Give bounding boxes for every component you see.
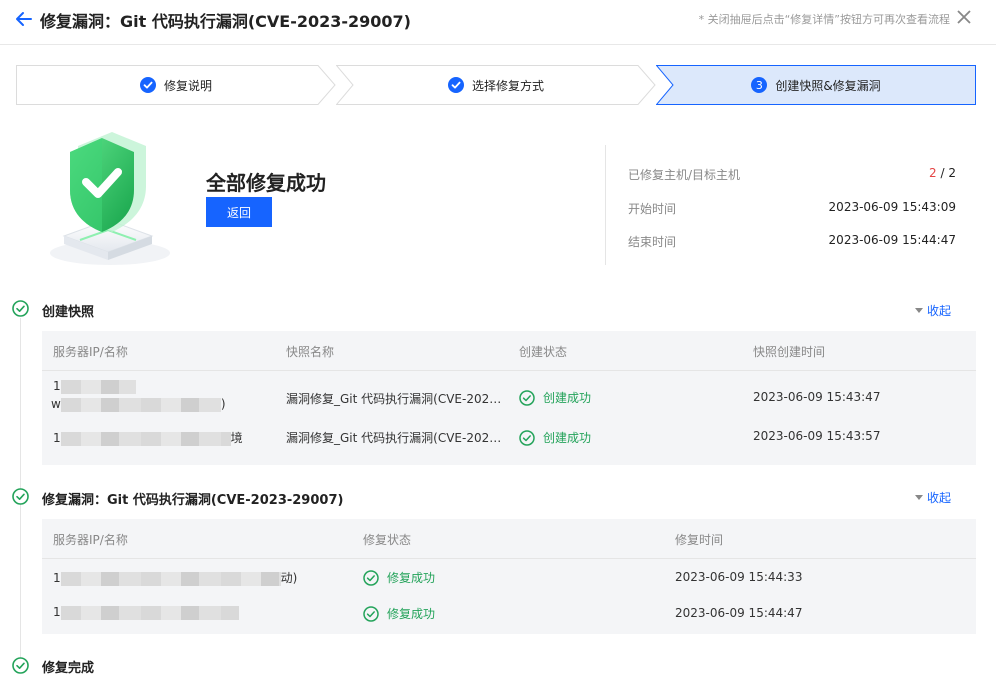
table-row: 1 修复成功 2023-06-09 15:44:47 xyxy=(42,597,976,634)
step-2: 选择修复方式 xyxy=(336,65,656,105)
column-header: 快照创建时间 xyxy=(753,345,826,359)
step-done-check-icon xyxy=(139,77,156,93)
redacted-ip xyxy=(60,379,136,394)
status-text: 创建成功 xyxy=(543,391,592,405)
section-done-check-icon xyxy=(12,657,29,674)
server-name: 1 xyxy=(53,605,239,620)
server-ip-prefix: 1 xyxy=(53,431,61,445)
create-status: 创建成功 xyxy=(519,429,591,446)
back-button[interactable]: 返回 xyxy=(206,197,272,227)
server-ip-prefix: 1 xyxy=(53,571,61,585)
snapshot-name: 漏洞修复_Git 代码执行漏洞(CVE-202… xyxy=(286,392,502,406)
create-status: 创建成功 xyxy=(519,389,591,406)
step-indicator: 修复说明 选择修复方式 3 创建快照&修复漏洞 xyxy=(16,65,976,105)
collapse-label: 收起 xyxy=(927,304,952,318)
fix-status: 修复成功 xyxy=(363,605,435,622)
step-3-active: 3 创建快照&修复漏洞 xyxy=(656,65,976,105)
stat-start-time: 开始时间 2023-06-09 15:43:09 xyxy=(628,200,956,217)
collapse-toggle[interactable]: 收起 xyxy=(915,489,951,506)
table-row: 1 动) 修复成功 2023-06-09 15:44:33 xyxy=(42,559,976,597)
column-header: 修复状态 xyxy=(363,533,412,547)
stat-fixed-hosts: 已修复主机/目标主机 2 / 2 xyxy=(628,166,956,183)
column-header: 创建状态 xyxy=(519,345,568,359)
fix-time: 2023-06-09 15:44:33 xyxy=(675,570,803,584)
column-header: 修复时间 xyxy=(675,533,724,547)
server-name: 1境 xyxy=(53,429,243,446)
stat-end-time: 结束时间 2023-06-09 15:44:47 xyxy=(628,233,956,250)
fix-time: 2023-06-09 15:44:47 xyxy=(675,606,803,620)
shield-success-illustration xyxy=(50,132,170,265)
server-ip-prefix: 1 xyxy=(53,379,61,393)
success-check-icon xyxy=(363,569,379,586)
drawer-title: 修复漏洞：Git 代码执行漏洞(CVE-2023-29007) xyxy=(40,12,411,31)
success-check-icon xyxy=(363,605,379,622)
step-1: 修复说明 xyxy=(16,65,336,105)
total-count: 2 xyxy=(948,166,956,180)
server-name-prefix: w xyxy=(51,397,61,411)
close-icon[interactable] xyxy=(956,9,972,25)
step-number-badge: 3 xyxy=(751,77,768,93)
stat-value: 2 / 2 xyxy=(929,166,956,183)
stat-label: 结束时间 xyxy=(628,235,677,249)
collapse-toggle[interactable]: 收起 xyxy=(915,302,951,319)
reopen-hint: * 关闭抽屉后点击“修复详情”按钮方可再次查看流程 xyxy=(698,13,950,26)
table-row: 1境 漏洞修复_Git 代码执行漏洞(CVE-202… 创建成功 2023-06… xyxy=(42,423,976,463)
caret-down-icon xyxy=(915,308,923,313)
back-arrow-icon[interactable] xyxy=(14,9,34,29)
divider xyxy=(605,145,606,265)
fixed-count: 2 xyxy=(929,166,937,180)
stat-value: 2023-06-09 15:43:09 xyxy=(828,200,956,214)
snapshot-time: 2023-06-09 15:43:57 xyxy=(753,429,881,443)
column-header: 服务器IP/名称 xyxy=(53,345,128,359)
status-text: 创建成功 xyxy=(543,431,592,445)
server-name-suffix: 境 xyxy=(230,431,243,445)
section-title-done: 修复完成 xyxy=(42,661,95,676)
step-label: 选择修复方式 xyxy=(471,78,544,93)
success-check-icon xyxy=(519,429,535,446)
stat-value: 2023-06-09 15:44:47 xyxy=(828,233,956,247)
step-done-check-icon xyxy=(447,77,464,93)
snapshot-name: 漏洞修复_Git 代码执行漏洞(CVE-202… xyxy=(286,431,502,445)
fix-status: 修复成功 xyxy=(363,569,435,586)
server-name: 1 动) xyxy=(53,569,297,586)
redacted-ip xyxy=(60,431,231,446)
status-text: 修复成功 xyxy=(387,571,436,585)
redacted-name xyxy=(60,397,221,412)
collapse-label: 收起 xyxy=(927,491,952,505)
table-header: 服务器IP/名称 修复状态 修复时间 xyxy=(42,519,976,559)
section-title-fix: 修复漏洞：Git 代码执行漏洞(CVE-2023-29007) xyxy=(42,493,344,508)
table-row: 1 w) 漏洞修复_Git 代码执行漏洞(CVE-202… 创建成功 2023-… xyxy=(42,371,976,423)
column-header: 服务器IP/名称 xyxy=(53,533,128,547)
caret-down-icon xyxy=(915,495,923,500)
server-name-line2: w) xyxy=(51,397,226,412)
server-name-suffix: 动) xyxy=(280,571,298,585)
server-name-suffix: ) xyxy=(220,397,226,411)
success-check-icon xyxy=(519,389,535,406)
section-title-snapshot: 创建快照 xyxy=(42,305,95,320)
drawer-header: 修复漏洞：Git 代码执行漏洞(CVE-2023-29007) * 关闭抽屉后点… xyxy=(0,0,996,45)
snapshot-table: 服务器IP/名称 快照名称 创建状态 快照创建时间 1 w) 漏洞修复_Git … xyxy=(42,331,976,465)
redacted-name xyxy=(60,605,239,620)
stat-label: 开始时间 xyxy=(628,202,677,216)
count-separator: / xyxy=(936,166,949,180)
table-header: 服务器IP/名称 快照名称 创建状态 快照创建时间 xyxy=(42,331,976,371)
column-header: 快照名称 xyxy=(286,345,335,359)
step-label: 创建快照&修复漏洞 xyxy=(775,78,881,93)
server-ip-prefix: 1 xyxy=(53,605,61,619)
section-done-check-icon xyxy=(12,488,29,505)
fix-table: 服务器IP/名称 修复状态 修复时间 1 动) 修复成功 2023-06-09 1… xyxy=(42,519,976,634)
result-title: 全部修复成功 xyxy=(206,171,326,195)
step-label: 修复说明 xyxy=(163,78,212,93)
section-done-check-icon xyxy=(12,300,29,317)
redacted-name xyxy=(60,571,281,586)
snapshot-time: 2023-06-09 15:43:47 xyxy=(753,390,881,404)
stat-label: 已修复主机/目标主机 xyxy=(628,168,741,182)
server-name: 1 xyxy=(53,379,136,394)
status-text: 修复成功 xyxy=(387,607,436,621)
